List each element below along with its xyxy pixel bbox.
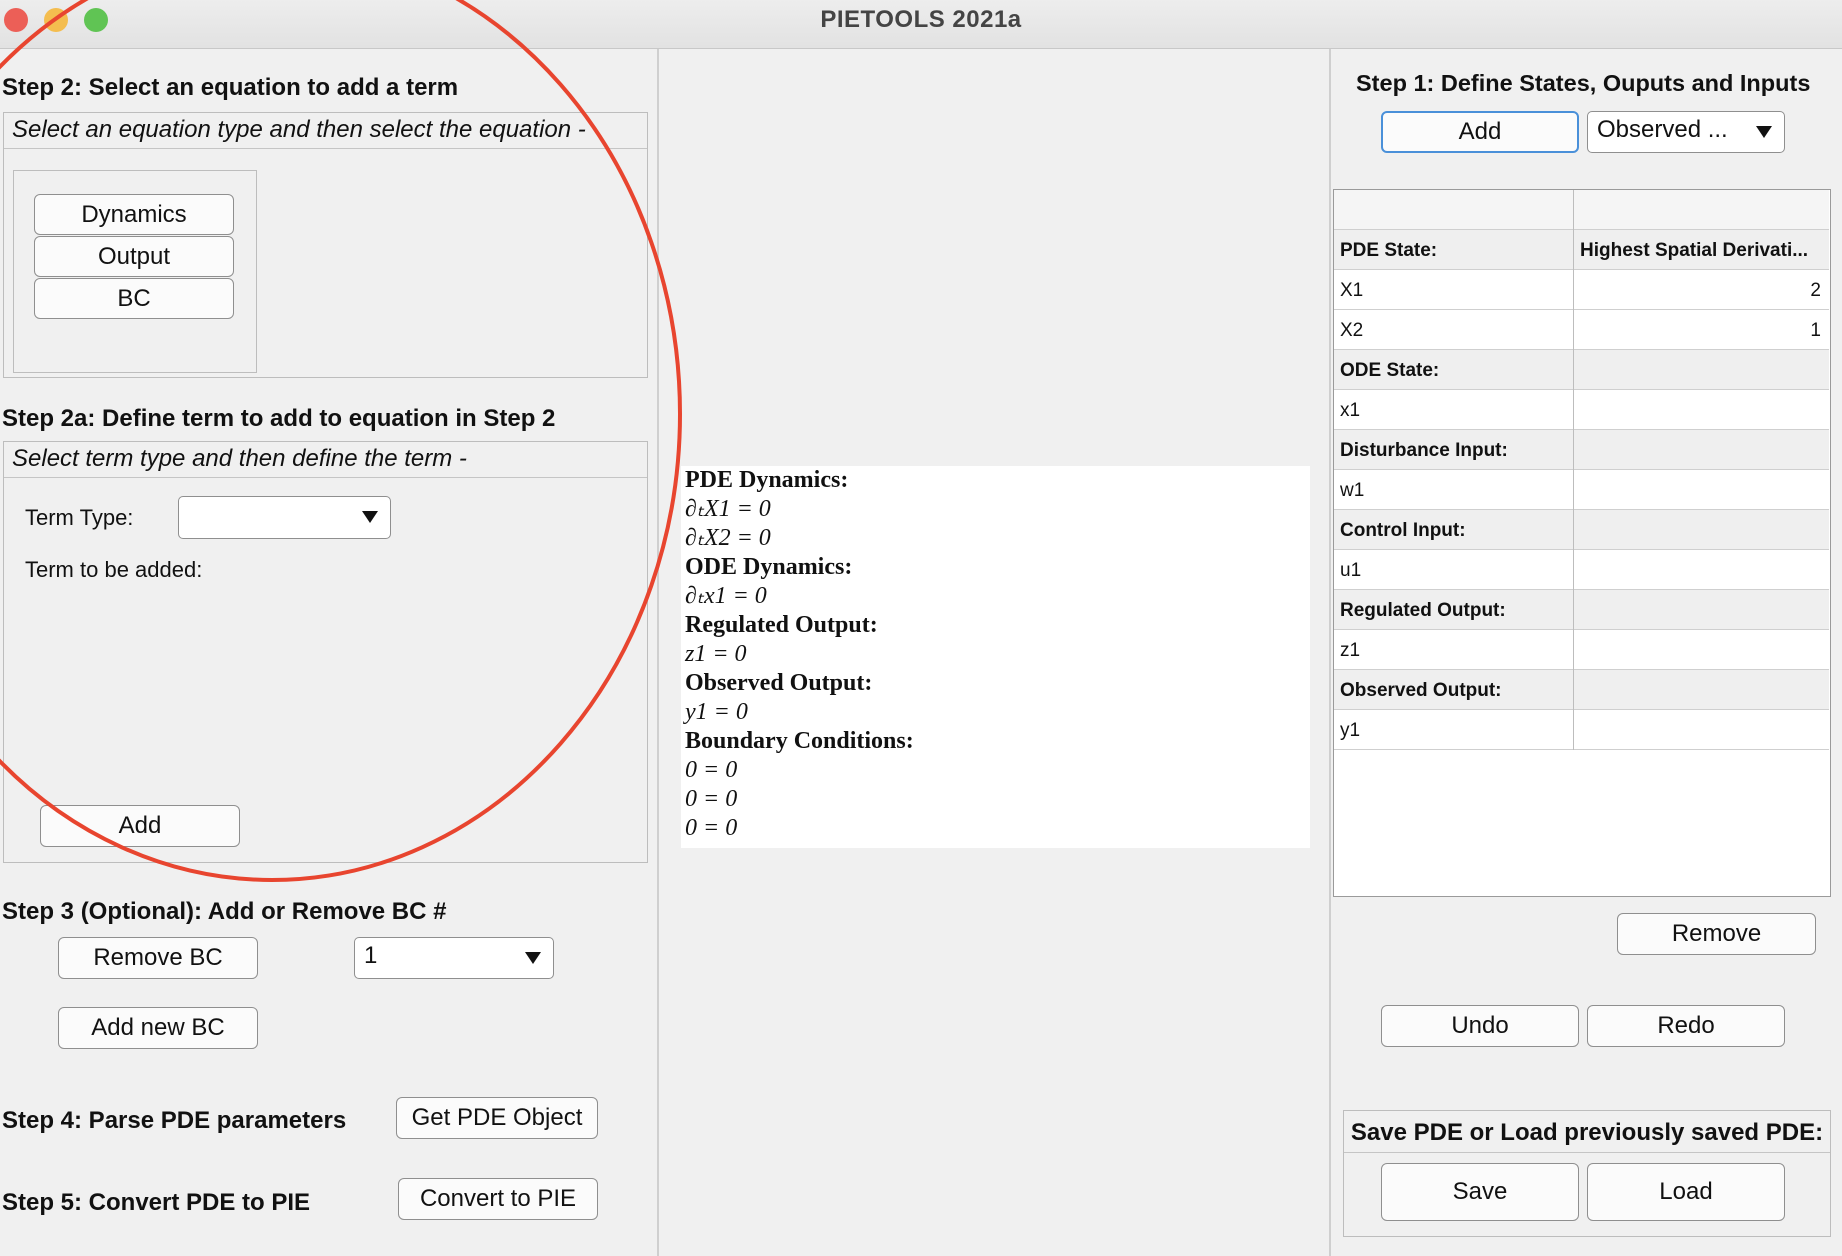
equation-section-heading: ODE Dynamics: — [685, 554, 853, 580]
term-type-label: Term Type: — [25, 505, 134, 530]
table-cell-name[interactable]: Regulated Output: — [1334, 590, 1574, 630]
bc-number-dropdown[interactable]: 1 — [354, 937, 554, 979]
table-cell-value[interactable] — [1574, 590, 1829, 630]
table-row[interactable]: Control Input: — [1334, 510, 1829, 550]
undo-button[interactable]: Undo — [1381, 1005, 1579, 1047]
remove-bc-button[interactable]: Remove BC — [58, 937, 258, 979]
step2a-heading: Step 2a: Define term to add to equation … — [2, 405, 556, 432]
term-to-be-added-label: Term to be added: — [25, 557, 203, 582]
table-cell-name[interactable]: Observed Output: — [1334, 670, 1574, 710]
table-cell-value[interactable] — [1574, 550, 1829, 590]
table-row[interactable]: Regulated Output: — [1334, 590, 1829, 630]
equation-line: ∂ₜX1 = 0 — [685, 496, 771, 522]
table-cell-value[interactable] — [1574, 190, 1829, 230]
table-cell-name[interactable]: w1 — [1334, 470, 1574, 510]
equation-line: z1 = 0 — [685, 641, 747, 667]
step2-heading: Step 2: Select an equation to add a term — [2, 74, 459, 101]
variables-table[interactable]: PDE State: Highest Spatial Derivati... X1 2… — [1333, 189, 1831, 897]
output-button[interactable]: Output — [34, 236, 234, 277]
table-cell-value[interactable]: Highest Spatial Derivati... — [1574, 230, 1829, 270]
equation-select-instruction: Select an equation type and then select … — [4, 113, 647, 149]
save-button[interactable]: Save — [1381, 1163, 1579, 1221]
chevron-down-icon — [1756, 126, 1772, 138]
equation-line: 0 = 0 — [685, 786, 738, 812]
equation-line: 0 = 0 — [685, 757, 738, 783]
table-cell-value[interactable]: 2 — [1574, 270, 1829, 310]
table-cell-value[interactable] — [1574, 510, 1829, 550]
dynamics-button[interactable]: Dynamics — [34, 194, 234, 235]
equation-line: ∂ₜX2 = 0 — [685, 525, 771, 551]
equation-line: 0 = 0 — [685, 815, 738, 841]
step4-heading: Step 4: Parse PDE parameters — [2, 1107, 347, 1134]
equation-list: PDE Dynamics: ∂ₜX1 = 0 ∂ₜX2 = 0 ODE Dynamic… — [685, 466, 1310, 843]
chevron-down-icon — [362, 511, 378, 523]
table-cell-name[interactable]: PDE State: — [1334, 230, 1574, 270]
table-cell-value[interactable] — [1574, 670, 1829, 710]
window-title: PIETOOLS 2021a — [820, 6, 1022, 33]
chevron-down-icon — [525, 952, 541, 964]
table-row[interactable]: x1 — [1334, 390, 1829, 430]
table-cell-name[interactable]: u1 — [1334, 550, 1574, 590]
table-cell-name[interactable] — [1334, 190, 1574, 230]
table-row[interactable]: w1 — [1334, 470, 1829, 510]
remove-variable-button[interactable]: Remove — [1617, 913, 1816, 955]
table-cell-name[interactable]: x1 — [1334, 390, 1574, 430]
table-cell-name[interactable]: y1 — [1334, 710, 1574, 750]
title-bar: PIETOOLS 2021a — [0, 0, 1842, 49]
table-cell-value[interactable]: 1 — [1574, 310, 1829, 350]
table-cell-value[interactable] — [1574, 470, 1829, 510]
equation-line: y1 = 0 — [685, 699, 748, 725]
equation-section-heading: Regulated Output: — [685, 612, 878, 638]
table-row[interactable]: Observed Output: — [1334, 670, 1829, 710]
bc-number-value: 1 — [364, 942, 378, 969]
equation-section-heading: PDE Dynamics: — [685, 467, 849, 493]
table-cell-name[interactable]: Control Input: — [1334, 510, 1574, 550]
add-term-button[interactable]: Add — [40, 805, 240, 847]
table-row[interactable]: PDE State: Highest Spatial Derivati... — [1334, 230, 1829, 270]
save-load-heading: Save PDE or Load previously saved PDE: — [1344, 1111, 1830, 1153]
step1-heading: Step 1: Define States, Ouputs and Inputs — [1356, 70, 1811, 96]
table-row[interactable] — [1334, 190, 1829, 230]
redo-button[interactable]: Redo — [1587, 1005, 1785, 1047]
get-pde-object-button[interactable]: Get PDE Object — [396, 1097, 598, 1139]
table-cell-name[interactable]: Disturbance Input: — [1334, 430, 1574, 470]
step3-heading: Step 3 (Optional): Add or Remove BC # — [2, 898, 447, 925]
equation-section-heading: Boundary Conditions: — [685, 728, 914, 754]
table-row[interactable]: z1 — [1334, 630, 1829, 670]
table-cell-value[interactable] — [1574, 350, 1829, 390]
variable-type-dropdown[interactable]: Observed ... — [1587, 111, 1785, 153]
term-type-dropdown[interactable] — [178, 496, 391, 539]
equations-display: PDE Dynamics: ∂ₜX1 = 0 ∂ₜX2 = 0 ODE Dynamic… — [681, 466, 1310, 848]
bc-button[interactable]: BC — [34, 278, 234, 319]
table-cell-value[interactable] — [1574, 630, 1829, 670]
table-row[interactable]: u1 — [1334, 550, 1829, 590]
equation-section-heading: Observed Output: — [685, 670, 873, 696]
table-cell-name[interactable]: X2 — [1334, 310, 1574, 350]
variable-type-value: Observed ... — [1597, 116, 1728, 143]
table-row[interactable]: y1 — [1334, 710, 1829, 750]
table-cell-value[interactable] — [1574, 390, 1829, 430]
table-row[interactable]: Disturbance Input: — [1334, 430, 1829, 470]
add-variable-button[interactable]: Add — [1381, 111, 1579, 153]
equation-line: ∂ₜx1 = 0 — [685, 583, 767, 609]
table-cell-name[interactable]: z1 — [1334, 630, 1574, 670]
term-define-instruction: Select term type and then define the ter… — [4, 442, 647, 478]
step5-heading: Step 5: Convert PDE to PIE — [2, 1189, 311, 1216]
convert-to-pie-button[interactable]: Convert to PIE — [398, 1178, 598, 1220]
table-row[interactable]: X1 2 — [1334, 270, 1829, 310]
table-row[interactable]: ODE State: — [1334, 350, 1829, 390]
table-row[interactable]: X2 1 — [1334, 310, 1829, 350]
table-cell-name[interactable]: X1 — [1334, 270, 1574, 310]
load-button[interactable]: Load — [1587, 1163, 1785, 1221]
add-new-bc-button[interactable]: Add new BC — [58, 1007, 258, 1049]
table-cell-value[interactable] — [1574, 430, 1829, 470]
table-cell-name[interactable]: ODE State: — [1334, 350, 1574, 390]
table-cell-value[interactable] — [1574, 710, 1829, 750]
